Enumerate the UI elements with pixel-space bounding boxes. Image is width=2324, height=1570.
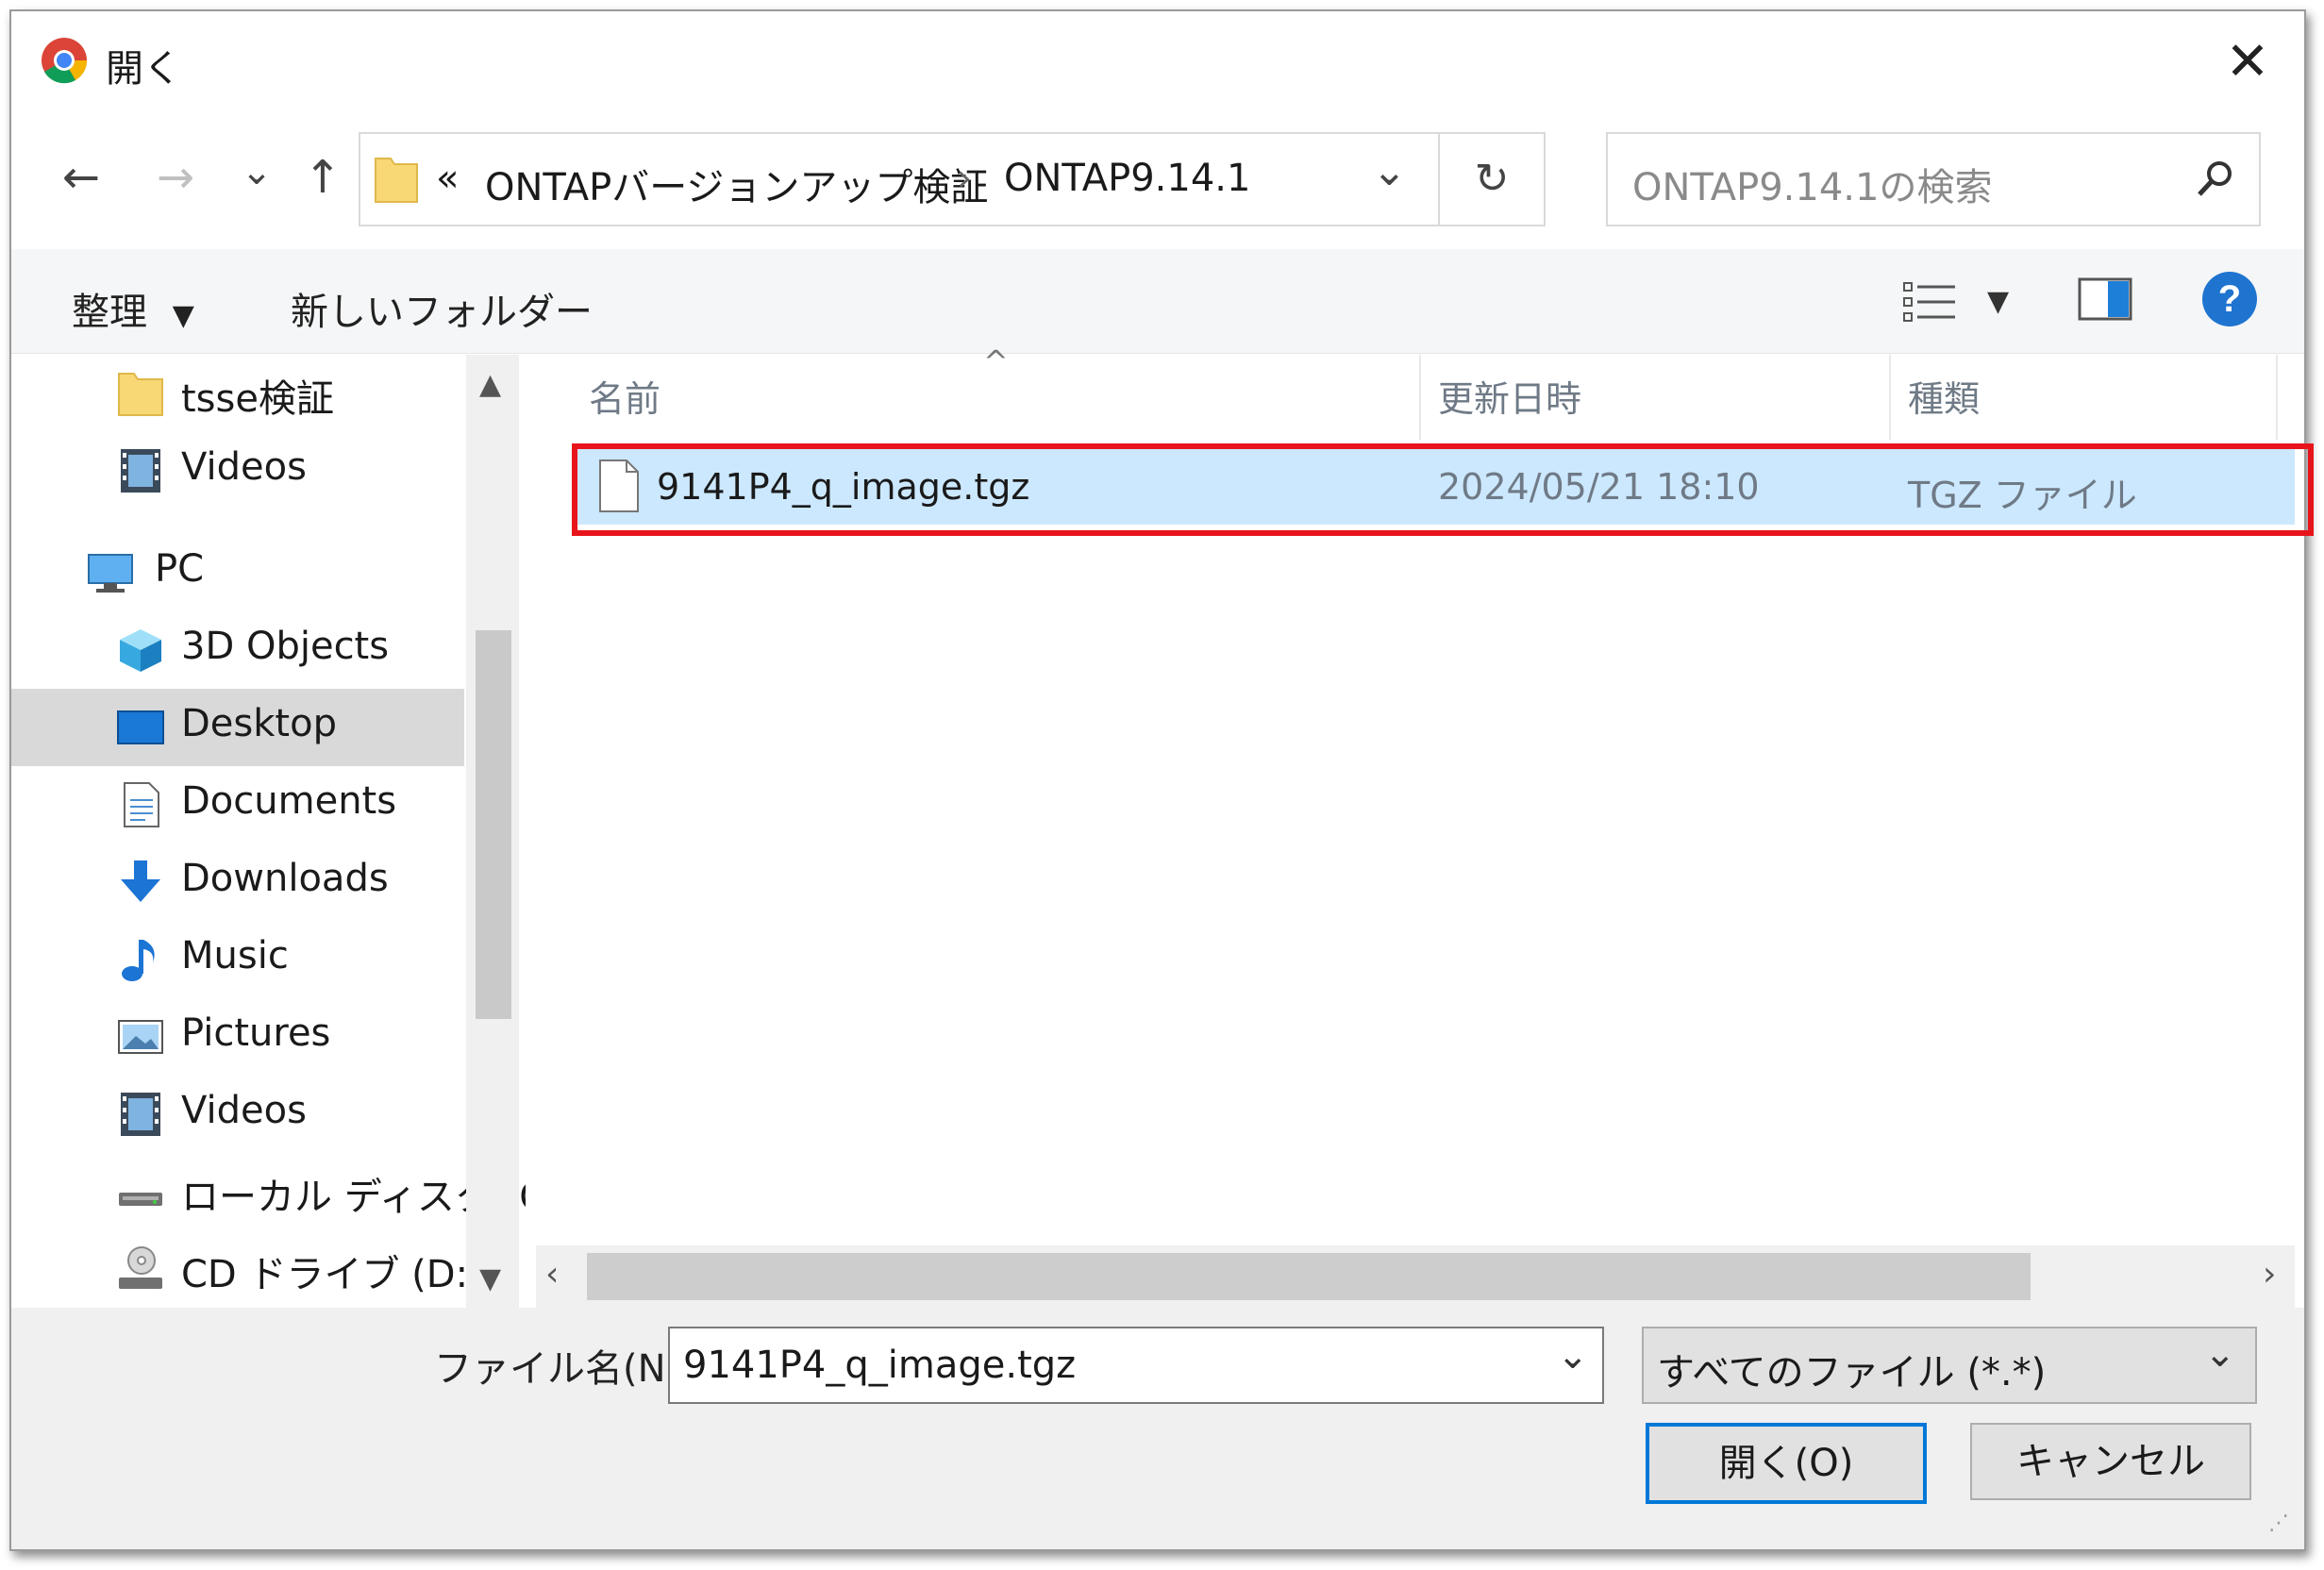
filename-combobox[interactable]: 9141P4_q_image.tgz ⌄ <box>668 1327 1604 1404</box>
sidebar-item-videos-2[interactable]: Videos <box>11 1076 464 1153</box>
filename-input[interactable]: 9141P4_q_image.tgz <box>683 1344 1076 1387</box>
scroll-down-arrow-icon[interactable]: ▼ <box>479 1262 501 1295</box>
videos-icon <box>121 1093 160 1136</box>
sidebar-item-label: Music <box>181 934 289 977</box>
scroll-left-arrow-icon[interactable]: ‹ <box>545 1255 559 1294</box>
column-divider[interactable] <box>1419 355 1421 440</box>
sidebar-item-pictures[interactable]: Pictures <box>11 998 464 1076</box>
pc-icon <box>88 554 133 593</box>
navigation-pane: tsse検証 Videos PC 3D Objects Desktop Docu… <box>11 355 526 1308</box>
chevron-down-icon[interactable]: ⌄ <box>1557 1334 1589 1378</box>
open-file-dialog: 開く ✕ ← → ⌄ ↑ « ONTAPバージョンアップ検証 › ONTAP9.… <box>9 9 2314 1551</box>
column-divider[interactable] <box>1889 355 1891 440</box>
music-icon <box>122 940 155 981</box>
column-header-modified[interactable]: 更新日時 <box>1438 370 1581 422</box>
annotation-highlight-box <box>572 443 2314 536</box>
forward-button[interactable]: → <box>147 149 204 206</box>
breadcrumb-separator[interactable]: › <box>957 157 972 200</box>
new-folder-button[interactable]: 新しいフォルダー <box>291 281 593 336</box>
scroll-up-arrow-icon[interactable]: ▲ <box>479 368 501 401</box>
sidebar-item-label: Videos <box>181 445 307 489</box>
downloads-icon <box>121 860 160 902</box>
documents-icon <box>124 782 159 827</box>
chrome-icon <box>42 38 88 84</box>
sidebar-item-music[interactable]: Music <box>11 921 464 998</box>
help-button[interactable]: ? <box>2202 272 2257 326</box>
view-options-icon[interactable] <box>1902 279 1959 325</box>
search-input[interactable]: ONTAP9.14.1の検索 <box>1632 157 1992 211</box>
column-divider[interactable] <box>2276 355 2278 440</box>
up-button[interactable]: ↑ <box>294 149 351 206</box>
sidebar-item-label: PC <box>155 547 205 591</box>
close-button[interactable]: ✕ <box>2219 34 2276 91</box>
address-dropdown-button[interactable]: ⌄ <box>1372 147 1407 195</box>
sidebar-item-3d-objects[interactable]: 3D Objects <box>11 611 464 689</box>
sidebar-scrollbar-thumb[interactable] <box>476 630 511 1019</box>
organize-label: 整理 <box>72 291 147 334</box>
sidebar-item-tsse[interactable]: tsse検証 <box>11 355 464 432</box>
file-type-filter[interactable]: すべてのファイル (*.*) ⌄ <box>1642 1327 2257 1404</box>
pictures-icon <box>118 1020 163 1054</box>
cancel-button[interactable]: キャンセル <box>1970 1423 2251 1500</box>
desktop-icon <box>117 710 164 744</box>
sidebar-item-documents[interactable]: Documents <box>11 766 464 843</box>
column-header-type[interactable]: 種類 <box>1908 370 1980 422</box>
cd-drive-icon <box>119 1246 162 1289</box>
chevron-down-icon[interactable]: ⌄ <box>2204 1332 2236 1376</box>
recent-locations-button[interactable]: ⌄ <box>228 143 285 200</box>
address-overflow-chevron[interactable]: « <box>436 157 459 200</box>
drive-icon <box>119 1193 162 1206</box>
sidebar-item-label: CD ドライブ (D:) <box>181 1253 483 1296</box>
filter-value: すべてのファイル (*.*) <box>1657 1351 2047 1395</box>
view-dropdown-icon[interactable]: ▼ <box>1987 285 2009 318</box>
sidebar-item-local-disk[interactable]: ローカル ディスク (C <box>11 1153 526 1230</box>
sidebar-item-label: Videos <box>181 1089 307 1132</box>
organize-button[interactable]: 整理 ▼ <box>72 281 194 336</box>
folder-icon <box>118 373 163 416</box>
sidebar-item-label: Documents <box>181 779 397 823</box>
sidebar-item-label: Downloads <box>181 857 389 900</box>
sidebar-item-label: Desktop <box>181 702 337 745</box>
folder-icon <box>375 158 418 203</box>
preview-pane-icon[interactable] <box>2078 277 2132 321</box>
resize-grip-icon[interactable]: ⋰ <box>2268 1512 2289 1535</box>
sidebar-item-label: 3D Objects <box>181 625 390 668</box>
scroll-right-arrow-icon[interactable]: › <box>2263 1255 2276 1294</box>
caret-down-icon: ▼ <box>172 299 194 332</box>
open-button[interactable]: 開く(O) <box>1646 1423 1927 1504</box>
sidebar-item-downloads[interactable]: Downloads <box>11 843 464 921</box>
3d-objects-icon <box>120 629 161 672</box>
search-icon[interactable] <box>2195 159 2236 200</box>
videos-icon <box>121 449 160 493</box>
dialog-title: 開く <box>106 47 181 91</box>
search-box[interactable]: ONTAP9.14.1の検索 <box>1606 132 2261 226</box>
sidebar-item-desktop[interactable]: Desktop <box>11 689 464 766</box>
breadcrumb-parent[interactable]: ONTAPバージョンアップ検証 <box>485 157 988 211</box>
horizontal-scrollbar-thumb[interactable] <box>587 1253 2031 1300</box>
filename-label: ファイル名(N): <box>434 1347 694 1391</box>
command-toolbar: 整理 ▼ 新しいフォルダー ▼ ? <box>11 249 2304 354</box>
sidebar-item-label: Pictures <box>181 1011 331 1055</box>
refresh-button[interactable]: ↻ <box>1438 132 1546 226</box>
sidebar-item-pc[interactable]: PC <box>11 534 464 611</box>
sidebar-item-label: tsse検証 <box>181 377 334 421</box>
column-header-name[interactable]: 名前 <box>589 370 660 422</box>
sort-ascending-icon: ^ <box>983 343 1009 379</box>
address-bar[interactable]: « ONTAPバージョンアップ検証 › ONTAP9.14.1 ⌄ <box>359 132 1440 226</box>
back-button[interactable]: ← <box>53 149 109 206</box>
breadcrumb-current[interactable]: ONTAP9.14.1 <box>1004 157 1250 200</box>
sidebar-item-videos[interactable]: Videos <box>11 432 464 509</box>
sidebar-item-cd-drive[interactable]: CD ドライブ (D:) <box>11 1230 483 1308</box>
